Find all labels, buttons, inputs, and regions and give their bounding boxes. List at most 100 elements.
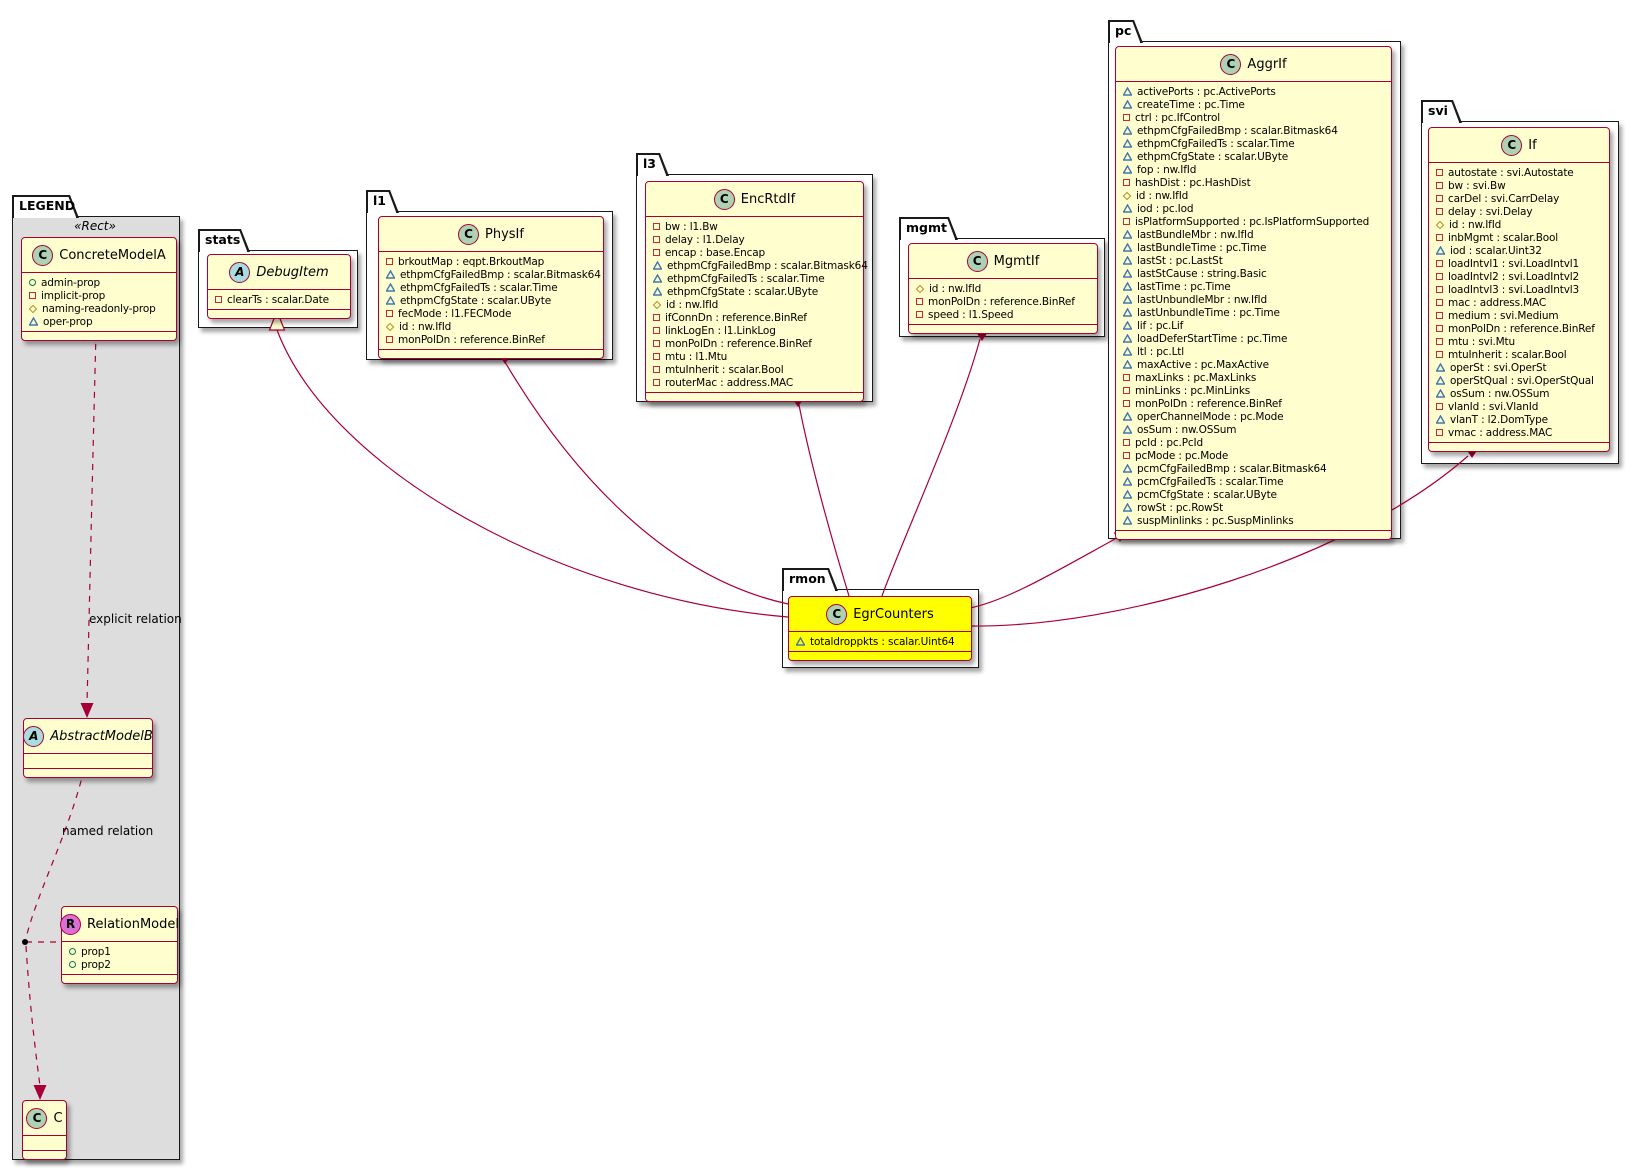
- class-ConcreteModelA[interactable]: CConcreteModelAadmin-propimplicit-propna…: [21, 237, 177, 341]
- square-icon: [1436, 429, 1443, 436]
- attribute-text: ifConnDn : reference.BinRef: [665, 312, 807, 324]
- attribute-row: lastTime : pc.Time: [1123, 280, 1385, 293]
- attribute-text: linkLogEn : l1.LinkLog: [665, 325, 776, 337]
- class-PhysIf[interactable]: CPhysIfbrkoutMap : eqpt.BrkoutMapethpmCf…: [378, 216, 604, 359]
- attribute-row: mtuInherit : scalar.Bool: [1436, 348, 1603, 361]
- attribute-text: id : nw.IfId: [399, 321, 451, 333]
- class-name: C: [53, 1111, 62, 1126]
- attribute-row: id : nw.IfId: [916, 282, 1091, 295]
- class-name: PhysIf: [485, 227, 524, 242]
- attribute-row: ctrl : pc.IfControl: [1123, 111, 1385, 124]
- triangle-icon: [1123, 308, 1132, 317]
- attribute-row: lastStCause : string.Basic: [1123, 267, 1385, 280]
- class-MgmtIf[interactable]: CMgmtIfid : nw.IfIdmonPolDn : reference.…: [908, 243, 1098, 334]
- legend-stereotype: «Rect»: [12, 219, 178, 235]
- methods-section: [789, 651, 971, 660]
- square-icon: [1436, 182, 1443, 189]
- class-header: CEgrCounters: [789, 597, 971, 632]
- package-tab-svi: svi: [1421, 100, 1462, 123]
- diamond-icon: [916, 284, 924, 292]
- triangle-icon: [1123, 269, 1132, 278]
- class-spot-icon: C: [1220, 54, 1241, 75]
- class-DebugItem[interactable]: ADebugItemclearTs : scalar.Date: [207, 254, 351, 319]
- attribute-text: naming-readonly-prop: [42, 303, 156, 315]
- edge-label-explicit-relation: explicit relation: [89, 612, 182, 626]
- attribute-row: ethpmCfgState : scalar.UByte: [386, 294, 597, 307]
- attribute-row: prop2: [69, 958, 171, 971]
- class-AbstractModelB[interactable]: AAbstractModelB: [23, 718, 153, 778]
- class-name: If: [1528, 138, 1536, 153]
- square-icon: [1436, 195, 1443, 202]
- package-label-legend: LEGEND: [19, 195, 75, 216]
- methods-section: [1429, 442, 1609, 451]
- package-label-stats: stats: [205, 229, 240, 250]
- package-tab-l1: l1: [366, 190, 399, 213]
- class-RelationModel[interactable]: RRelationModelprop1prop2: [61, 906, 178, 984]
- attribute-text: iod : pc.Iod: [1137, 203, 1193, 215]
- attribute-text: pcmCfgFailedTs : scalar.Time: [1137, 476, 1283, 488]
- attribute-text: brkoutMap : eqpt.BrkoutMap: [398, 256, 544, 268]
- attribute-row: inbMgmt : scalar.Bool: [1436, 231, 1603, 244]
- attribute-row: lastUnbundleMbr : nw.IfId: [1123, 293, 1385, 306]
- triangle-icon: [386, 296, 395, 305]
- attribute-row: iod : scalar.Uint32: [1436, 244, 1603, 257]
- package-label-l1: l1: [373, 190, 386, 211]
- class-AggrIf[interactable]: CAggrIfactivePorts : pc.ActivePortscreat…: [1115, 46, 1392, 540]
- attribute-row: bw : l1.Bw: [653, 220, 857, 233]
- attribute-row: pcId : pc.PcId: [1123, 436, 1385, 449]
- triangle-icon: [1123, 204, 1132, 213]
- attribute-row: id : nw.IfId: [653, 298, 857, 311]
- class-EgrCounters[interactable]: CEgrCounters totaldroppkts : scalar.Uint6…: [788, 596, 972, 661]
- attribute-row: monPolDn : reference.BinRef: [1123, 397, 1385, 410]
- attribute-row: oper-prop: [29, 315, 170, 328]
- methods-section: [208, 309, 350, 318]
- triangle-icon: [1123, 321, 1132, 330]
- class-C[interactable]: CC: [22, 1100, 67, 1160]
- attribute-text: ethpmCfgState : scalar.UByte: [400, 295, 551, 307]
- attribute-text: ethpmCfgFailedBmp : scalar.Bitmask64: [1137, 125, 1338, 137]
- package-tab-stats: stats: [198, 229, 250, 252]
- square-icon: [1436, 299, 1443, 306]
- attribute-row: admin-prop: [29, 276, 170, 289]
- triangle-icon: [1436, 415, 1445, 424]
- class-If[interactable]: CIfautostate : svi.Autostatebw : svi.Bwc…: [1428, 127, 1610, 452]
- attribute-text: id : nw.IfId: [1136, 190, 1188, 202]
- square-icon: [1123, 114, 1130, 121]
- attribute-row: lastBundleTime : pc.Time: [1123, 241, 1385, 254]
- attribute-text: ethpmCfgState : scalar.UByte: [1137, 151, 1288, 163]
- attribute-text: monPolDn : reference.BinRef: [928, 296, 1075, 308]
- class-header: ADebugItem: [208, 255, 350, 290]
- attributes-section: bw : l1.Bwdelay : l1.Delayencap : base.E…: [646, 217, 863, 392]
- square-icon: [386, 258, 393, 265]
- triangle-icon: [1123, 282, 1132, 291]
- square-icon: [1436, 286, 1443, 293]
- attribute-text: bw : svi.Bw: [1448, 180, 1506, 192]
- triangle-icon: [653, 261, 662, 270]
- attribute-row: mtu : svi.Mtu: [1436, 335, 1603, 348]
- methods-section: [379, 349, 603, 358]
- triangle-icon: [1123, 360, 1132, 369]
- attribute-text: ctrl : pc.IfControl: [1135, 112, 1220, 124]
- attribute-row: vlanT : l2.DomType: [1436, 413, 1603, 426]
- uml-diagram-canvas: LEGENDstatsl1l3mgmtpcsvirmon«Rect»CConcr…: [0, 0, 1636, 1170]
- square-icon: [916, 298, 923, 305]
- attribute-row: mtuInherit : scalar.Bool: [653, 363, 857, 376]
- package-label-svi: svi: [1428, 100, 1448, 121]
- square-icon: [1123, 400, 1130, 407]
- triangle-icon: [1123, 334, 1132, 343]
- attribute-row: naming-readonly-prop: [29, 302, 170, 315]
- class-EncRtdIf[interactable]: CEncRtdIfbw : l1.Bwdelay : l1.Delayencap…: [645, 181, 864, 402]
- attribute-text: fop : nw.IfId: [1137, 164, 1196, 176]
- attribute-text: isPlatformSupported : pc.IsPlatformSuppo…: [1135, 216, 1369, 228]
- attribute-text: monPolDn : reference.BinRef: [1448, 323, 1595, 335]
- methods-section: [909, 324, 1097, 333]
- attribute-row: pcmCfgFailedTs : scalar.Time: [1123, 475, 1385, 488]
- attribute-row: pcmCfgState : scalar.UByte: [1123, 488, 1385, 501]
- attribute-text: lastSt : pc.LastSt: [1137, 255, 1223, 267]
- triangle-icon: [653, 274, 662, 283]
- arrowhead-icon: [81, 703, 94, 718]
- attributes-section: autostate : svi.Autostatebw : svi.BwcarD…: [1429, 163, 1609, 442]
- methods-section: [646, 392, 863, 401]
- attribute-row: totaldroppkts : scalar.Uint64: [796, 635, 965, 648]
- attribute-row: loadDeferStartTime : pc.Time: [1123, 332, 1385, 345]
